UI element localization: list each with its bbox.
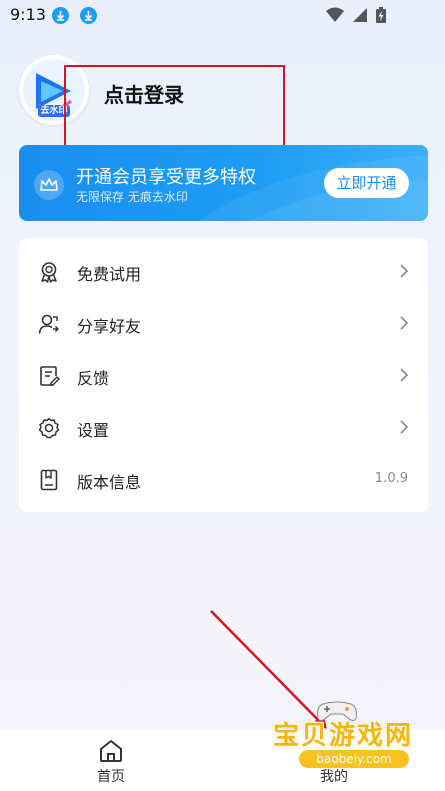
vip-title: 开通会员享受更多特权 (76, 167, 256, 188)
menu-item-version[interactable]: 版本信息 1.0.9 (19, 454, 428, 506)
watermark-url: baobeiy.com (299, 750, 409, 768)
menu-card: 免费试用 分享好友 反馈 设置 版本信息 1.0.9 (19, 238, 428, 512)
crown-icon-wrapper (34, 170, 64, 200)
crown-icon (40, 178, 58, 191)
menu-item-label: 反馈 (77, 369, 110, 388)
download-icon (52, 7, 69, 24)
wifi-icon (326, 7, 344, 22)
status-bar: 9:13 (0, 0, 445, 30)
version-icon (40, 469, 58, 491)
menu-item-share[interactable]: 分享好友 (19, 298, 428, 350)
chevron-right-icon (400, 368, 409, 382)
menu-item-label: 分享好友 (77, 317, 142, 336)
chevron-right-icon (400, 264, 409, 278)
vip-banner[interactable]: 开通会员享受更多特权 无限保存 无痕去水印 立即开通 (19, 145, 428, 221)
battery-charging-icon (376, 7, 386, 23)
nav-home-label[interactable]: 首页 (97, 766, 125, 786)
watermark-text: 宝贝游戏网 (273, 721, 414, 751)
share-user-icon (38, 314, 60, 334)
download-icon (80, 7, 97, 24)
menu-item-settings[interactable]: 设置 (19, 402, 428, 454)
signal-icon (353, 8, 367, 22)
menu-item-free-trial[interactable]: 免费试用 (19, 246, 428, 298)
annotation-box (64, 65, 285, 149)
menu-item-label: 免费试用 (77, 265, 142, 284)
vip-subtitle: 无限保存 无痕去水印 (76, 190, 188, 204)
watermark: 宝贝游戏网 baobeiy.com (265, 695, 445, 785)
gear-icon (38, 417, 60, 439)
menu-item-feedback[interactable]: 反馈 (19, 350, 428, 402)
badge-icon (41, 262, 57, 283)
menu-item-label: 设置 (77, 421, 110, 440)
home-icon[interactable] (98, 738, 124, 764)
status-time: 9:13 (10, 5, 46, 24)
chevron-right-icon (400, 420, 409, 434)
chevron-right-icon (400, 316, 409, 330)
open-vip-button[interactable]: 立即开通 (324, 168, 409, 198)
menu-item-label: 版本信息 (77, 473, 142, 492)
feedback-icon (40, 366, 60, 386)
version-number: 1.0.9 (374, 471, 408, 486)
